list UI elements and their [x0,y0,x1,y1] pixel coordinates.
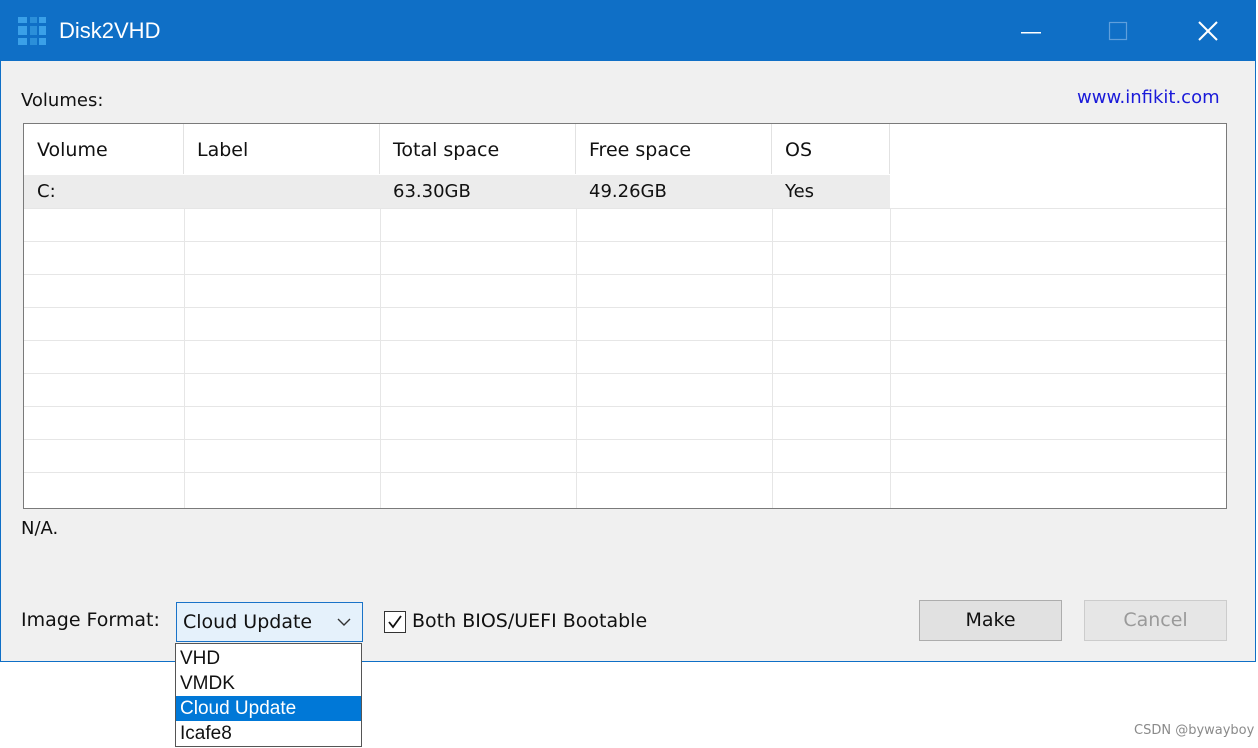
make-button[interactable]: Make [919,600,1062,641]
minimize-button[interactable] [1001,1,1061,61]
chevron-down-icon [337,618,351,626]
table-row[interactable]: C: 63.30GB 49.26GB Yes [24,175,890,208]
grid-line [24,241,1226,242]
image-format-dropdown[interactable]: VHD VMDK Cloud Update Icafe8 [175,643,362,747]
cell-volume: C: [37,181,56,202]
list-header: Volume Label Total space Free space OS [24,124,1226,174]
disk2vhd-window: Disk2VHD Volumes: www.infikit.com Volume… [0,0,1256,662]
column-header-total-space[interactable]: Total space [380,124,576,174]
cell-label [184,175,380,208]
image-format-value: Cloud Update [183,611,313,633]
grid-line [24,340,1226,341]
grid-line [24,307,1226,308]
grid-line [24,373,1226,374]
volumes-list[interactable]: Volume Label Total space Free space OS C… [23,123,1227,509]
cell-free-space: 49.26GB [589,181,667,202]
close-icon [1198,21,1218,41]
dropdown-option-cloud-update[interactable]: Cloud Update [176,696,361,721]
status-text: N/A. [21,518,59,539]
window-title: Disk2VHD [59,18,161,43]
minimize-icon [1021,32,1041,34]
volumes-label: Volumes: [21,90,104,111]
image-format-label: Image Format: [21,609,160,631]
column-header-os[interactable]: OS [772,124,890,174]
close-button[interactable] [1178,1,1238,61]
website-link[interactable]: www.infikit.com [1077,87,1220,108]
grid-line [24,274,1226,275]
column-header-free-space[interactable]: Free space [576,124,772,174]
column-header-volume[interactable]: Volume [24,124,184,174]
app-icon [16,15,48,47]
image-format-select[interactable]: Cloud Update [176,602,363,642]
title-bar[interactable]: Disk2VHD [1,1,1255,61]
dropdown-option-vhd[interactable]: VHD [176,646,361,671]
dropdown-option-vmdk[interactable]: VMDK [176,671,361,696]
grid-line [24,472,1226,473]
grid-line [24,208,1226,209]
grid-line [890,208,891,508]
grid-line [772,208,773,508]
column-header-label[interactable]: Label [184,124,380,174]
cell-os: Yes [785,181,815,202]
bootable-checkbox[interactable] [384,611,406,633]
checkmark-icon [388,615,402,629]
maximize-icon [1108,21,1128,41]
grid-line [184,208,185,508]
dropdown-option-icafe8[interactable]: Icafe8 [176,721,361,746]
grid-line [380,208,381,508]
maximize-button[interactable] [1089,1,1149,61]
grid-line [24,439,1226,440]
bootable-checkbox-label: Both BIOS/UEFI Bootable [412,610,648,632]
cancel-button[interactable]: Cancel [1084,600,1227,641]
grid-line [24,406,1226,407]
watermark: CSDN @bywayboy [1134,723,1255,738]
cell-total-space: 63.30GB [393,181,471,202]
grid-line [576,208,577,508]
